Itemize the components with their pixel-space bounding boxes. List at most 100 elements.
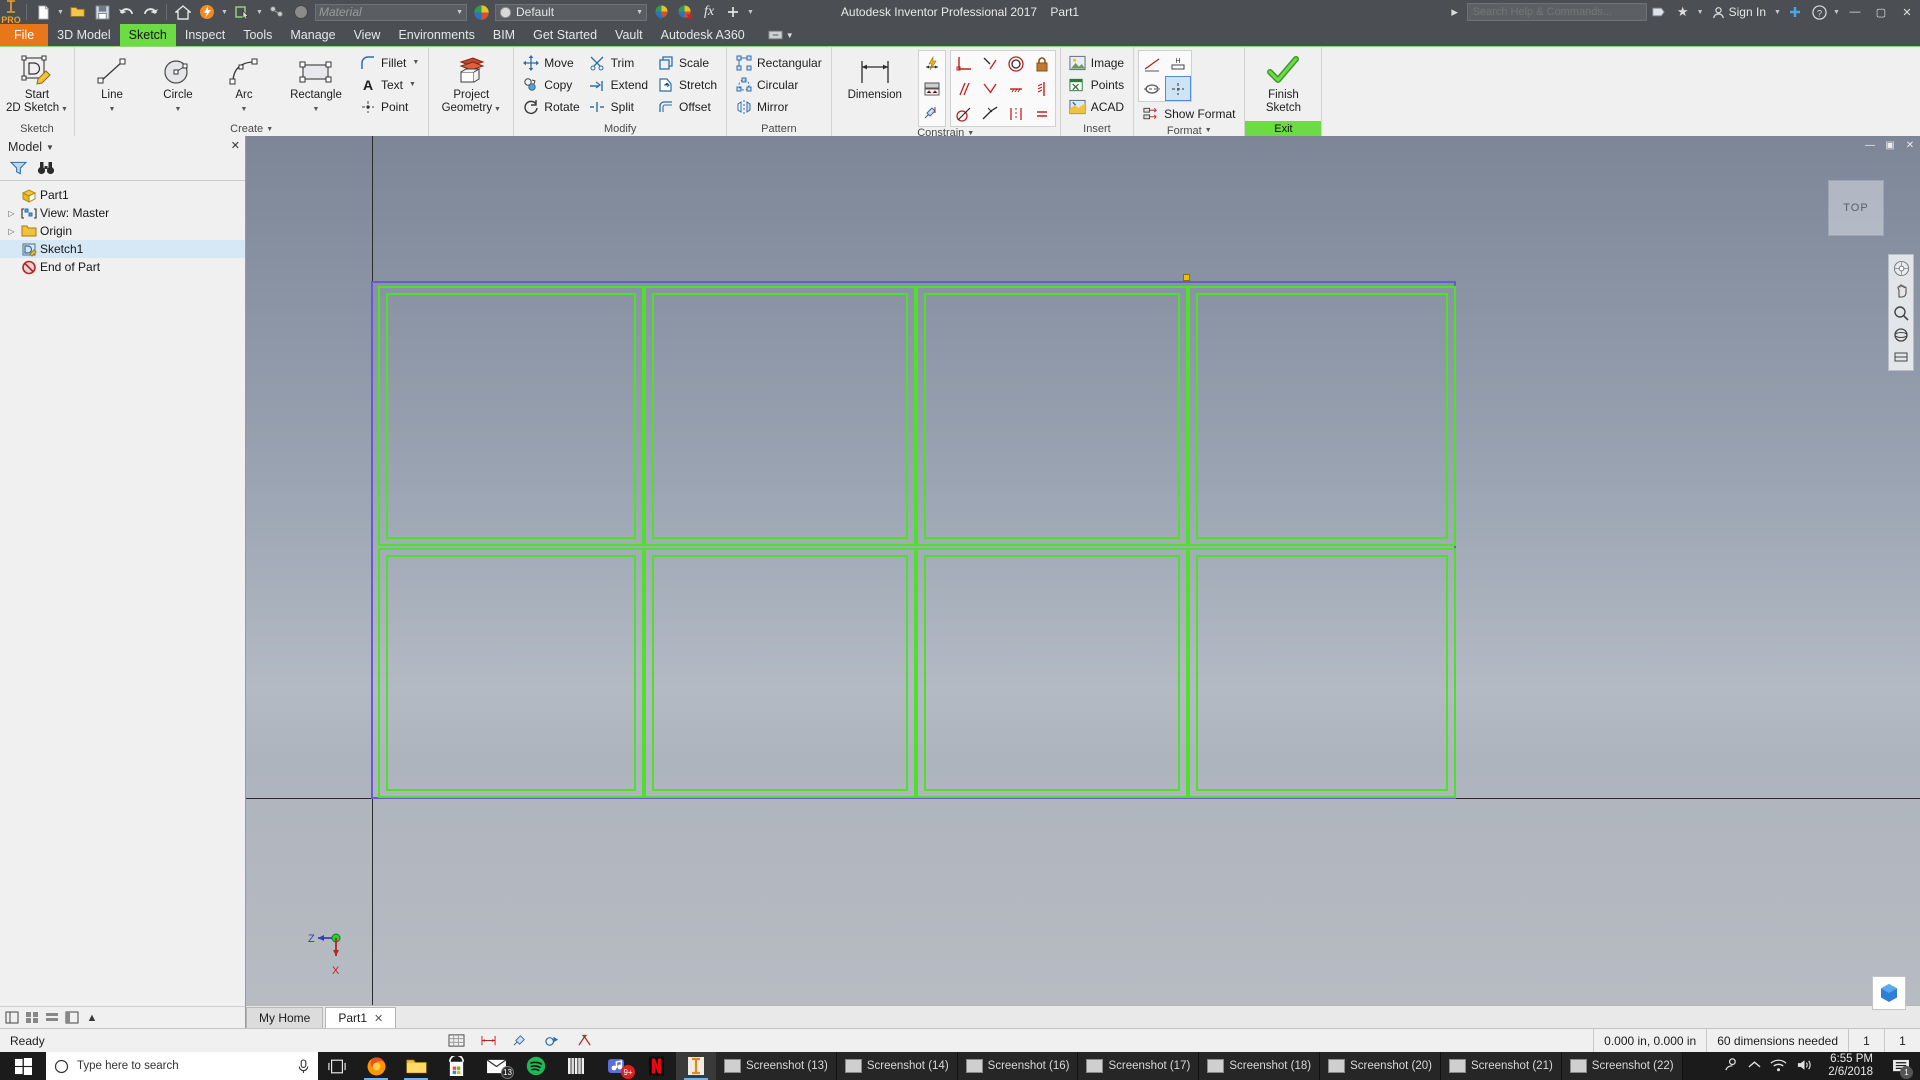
taskbar-window-item[interactable]: Screenshot (22) <box>1561 1052 1683 1080</box>
new-document-icon[interactable] <box>31 1 55 23</box>
close-window-button[interactable]: ✕ <box>1894 0 1920 24</box>
project-geometry-button[interactable]: Project Geometry ▼ <box>433 50 509 116</box>
rotate-button[interactable]: Rotate <box>518 96 584 117</box>
parallel-constraint-icon[interactable] <box>951 76 977 101</box>
start-button[interactable] <box>0 1052 46 1080</box>
chevron-down-icon[interactable]: ▼ <box>241 106 248 113</box>
dimension-button[interactable]: Dimension <box>836 50 914 102</box>
move-button[interactable]: Move <box>518 52 584 73</box>
panel-layout-icon-4[interactable] <box>63 1009 81 1027</box>
extend-button[interactable]: Extend <box>585 74 653 95</box>
tab-environments[interactable]: Environments <box>389 24 483 46</box>
file-explorer-icon[interactable] <box>396 1052 436 1080</box>
chevron-down-icon[interactable]: ▼ <box>745 1 756 23</box>
taskbar-window-item[interactable]: Screenshot (18) <box>1199 1052 1321 1080</box>
taskbar-window-item[interactable]: Screenshot (20) <box>1320 1052 1441 1080</box>
chevron-down-icon[interactable]: ▼ <box>1205 127 1212 134</box>
star-icon[interactable]: ★ <box>1671 1 1695 23</box>
rectangular-pattern-button[interactable]: Rectangular <box>731 52 827 73</box>
chevron-down-icon[interactable]: ▼ <box>59 106 68 113</box>
tab-manage[interactable]: Manage <box>281 24 344 46</box>
look-at-icon[interactable] <box>1890 347 1912 366</box>
taskbar-window-item[interactable]: Screenshot (21) <box>1440 1052 1562 1080</box>
symmetric-constraint-icon[interactable] <box>1003 101 1029 126</box>
restore-view-button[interactable]: ▣ <box>1880 136 1900 154</box>
expand-arrow-icon[interactable]: ▷ <box>6 209 17 218</box>
scale-button[interactable]: Scale <box>653 52 722 73</box>
tangent-constraint-icon[interactable] <box>977 51 1003 76</box>
tree-node-sketch1[interactable]: Sketch1 <box>0 240 245 258</box>
sketch-rect-inner-r2c4[interactable] <box>1196 555 1448 791</box>
taskbar-window-item[interactable]: Screenshot (14) <box>836 1052 958 1080</box>
coincident-constraint-icon[interactable] <box>977 76 1003 101</box>
insert-acad-button[interactable]: ACAD <box>1065 96 1129 117</box>
sketch-rect-inner-r2c1[interactable] <box>386 555 636 791</box>
chevron-down-icon[interactable]: ▼ <box>55 1 66 23</box>
taskbar-window-item[interactable]: Screenshot (16) <box>957 1052 1079 1080</box>
sketch-rect-inner-r1c1[interactable] <box>386 293 636 539</box>
chevron-down-icon[interactable]: ▼ <box>409 81 416 88</box>
expand-arrow-icon[interactable]: ▷ <box>6 227 17 236</box>
undo-icon[interactable] <box>114 1 138 23</box>
chevron-down-icon[interactable]: ▼ <box>175 106 182 113</box>
tab-sketch[interactable]: Sketch <box>119 24 176 46</box>
concentric-constraint-icon[interactable] <box>1003 51 1029 76</box>
text-button[interactable]: A Text ▼ <box>355 74 424 95</box>
tab-vault[interactable]: Vault <box>606 24 652 46</box>
construction-line-icon[interactable] <box>1139 51 1165 76</box>
taskbar-clock[interactable]: 6:55 PM 2/6/2018 <box>1822 1053 1879 1079</box>
copy-button[interactable]: Copy <box>518 74 584 95</box>
insert-image-button[interactable]: Image <box>1065 52 1129 73</box>
update-icon[interactable] <box>195 1 219 23</box>
driven-dimension-icon[interactable]: H <box>1165 51 1191 76</box>
appearance-remove-icon[interactable] <box>673 1 697 23</box>
open-folder-icon[interactable] <box>66 1 90 23</box>
exchange-apps-icon[interactable] <box>1783 1 1807 23</box>
sketch-rect-inner-r1c3[interactable] <box>924 293 1180 539</box>
tab-inspect[interactable]: Inspect <box>176 24 234 46</box>
finish-sketch-button[interactable]: Finish Sketch <box>1249 50 1317 115</box>
firefox-icon[interactable] <box>356 1052 396 1080</box>
doc-tab-my-home[interactable]: My Home <box>246 1007 324 1028</box>
record-icon[interactable] <box>542 1032 562 1050</box>
panel-layout-icon-3[interactable] <box>43 1009 61 1027</box>
stretch-button[interactable]: Stretch <box>653 74 722 95</box>
tree-node-part1[interactable]: Part1 <box>0 186 245 204</box>
tab-file[interactable]: File <box>0 24 49 46</box>
tab-get-started[interactable]: Get Started <box>524 24 606 46</box>
tab-3d-model[interactable]: 3D Model <box>48 24 120 46</box>
perpendicular-constraint-icon[interactable] <box>951 51 977 76</box>
help-icon[interactable]: ? <box>1807 1 1831 23</box>
panel-layout-icon-1[interactable] <box>3 1009 21 1027</box>
zoom-icon[interactable] <box>1890 303 1912 322</box>
help-assistant-badge[interactable] <box>1872 976 1906 1010</box>
fix-constraint-icon[interactable] <box>1029 51 1055 76</box>
redo-icon[interactable] <box>138 1 162 23</box>
minimize-window-button[interactable]: — <box>1842 0 1868 24</box>
collinear-constraint-icon[interactable] <box>951 101 977 126</box>
sketch-rect-inner-r1c4[interactable] <box>1196 293 1448 539</box>
select-icon[interactable] <box>230 1 254 23</box>
constraint-display-icon[interactable] <box>510 1032 530 1050</box>
close-view-button[interactable]: ✕ <box>1900 136 1920 154</box>
chevron-down-icon[interactable]: ▼ <box>1772 1 1783 23</box>
appearance-add-icon[interactable] <box>649 1 673 23</box>
tab-autodesk-a360[interactable]: Autodesk A360 <box>652 24 754 46</box>
add-icon[interactable] <box>721 1 745 23</box>
show-hidden-icons-icon[interactable] <box>1748 1060 1761 1073</box>
smooth-constraint-icon[interactable] <box>977 101 1003 126</box>
chevron-down-icon[interactable]: ▼ <box>313 106 320 113</box>
chevron-down-icon[interactable]: ▼ <box>266 126 273 133</box>
close-browser-icon[interactable]: ✕ <box>231 139 240 152</box>
tree-node-origin[interactable]: ▷ Origin <box>0 222 245 240</box>
insert-points-button[interactable]: Points <box>1065 74 1129 95</box>
sign-in-button[interactable]: Sign In <box>1706 5 1772 19</box>
orbit-icon[interactable] <box>1890 325 1912 344</box>
color-wheel-icon[interactable] <box>469 1 493 23</box>
doc-tab-part1[interactable]: Part1 ✕ <box>325 1007 397 1028</box>
minimize-view-button[interactable]: — <box>1860 136 1880 154</box>
ribbon-options[interactable]: ▼ <box>768 24 794 46</box>
start-2d-sketch-button[interactable]: Start 2D Sketch ▼ <box>4 50 70 116</box>
collapse-panel-icon[interactable]: ▲ <box>83 1009 101 1027</box>
fillet-button[interactable]: Fillet ▼ <box>355 52 424 73</box>
